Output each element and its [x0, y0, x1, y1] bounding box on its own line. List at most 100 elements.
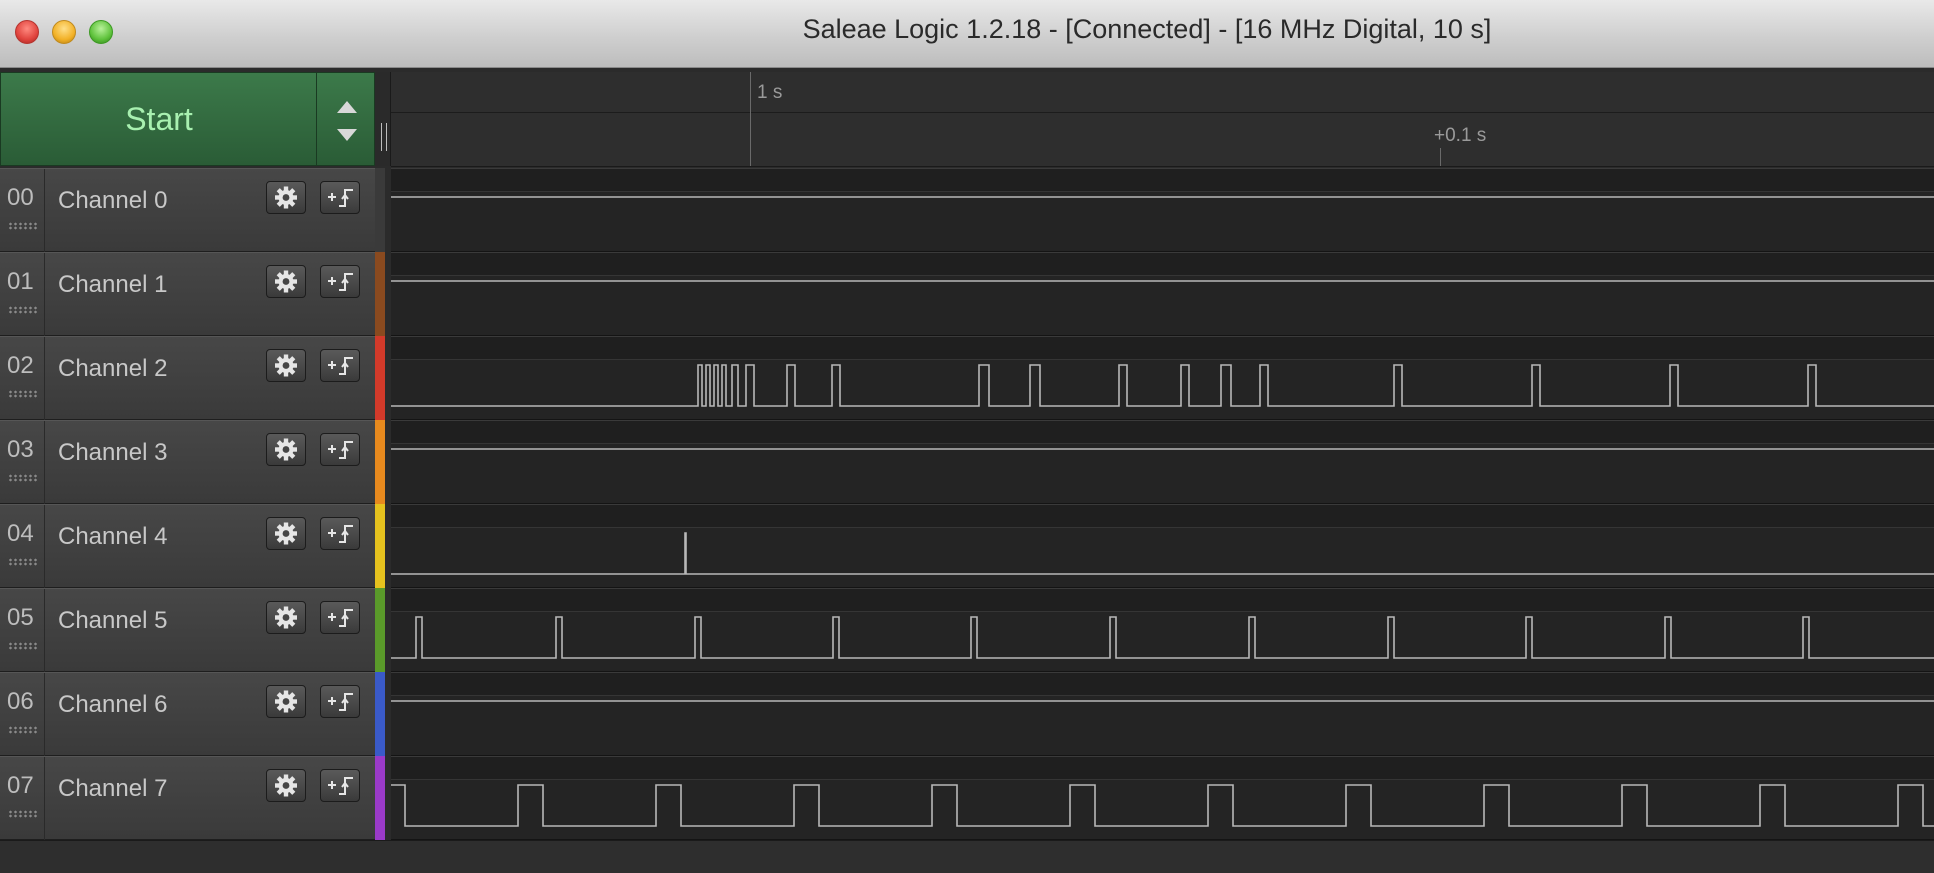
ruler-label-major: 1 s	[757, 82, 783, 103]
channel-settings-button[interactable]	[266, 181, 306, 214]
channel-settings-button[interactable]	[266, 265, 306, 298]
channel-row[interactable]: 01 Channel 1	[0, 252, 375, 336]
trigger-button[interactable]	[320, 349, 360, 382]
channel-name[interactable]: Channel 2	[58, 355, 167, 383]
start-options-button[interactable]	[316, 72, 375, 166]
channel-index-box[interactable]: 02	[0, 337, 45, 420]
waveform-row[interactable]	[391, 168, 1934, 252]
channel-name[interactable]: Channel 3	[58, 439, 167, 467]
channel-color-strip	[375, 336, 385, 420]
drag-grip-icon[interactable]	[8, 222, 38, 230]
channel-color-strip	[375, 588, 385, 672]
waveform-area[interactable]	[391, 168, 1934, 840]
channel-index-box[interactable]: 04	[0, 505, 45, 588]
channel-row[interactable]: 00 Channel 0	[0, 168, 375, 252]
drag-grip-icon[interactable]	[8, 726, 38, 734]
drag-grip-icon[interactable]	[8, 642, 38, 650]
channel-settings-button[interactable]	[266, 601, 306, 634]
ruler-label-minor: +0.1 s	[1434, 125, 1487, 146]
waveform-row[interactable]	[391, 252, 1934, 336]
time-ruler[interactable]: 1 s +0.1 s	[391, 72, 1934, 167]
channel-name[interactable]: Channel 5	[58, 607, 167, 635]
channel-color-strip	[375, 252, 385, 336]
channel-row[interactable]: 05 Channel 5	[0, 588, 375, 672]
window-title: Saleae Logic 1.2.18 - [Connected] - [16 …	[802, 14, 1492, 44]
channel-settings-button[interactable]	[266, 769, 306, 802]
waveform-row[interactable]	[391, 420, 1934, 504]
arrow-up-icon	[337, 101, 357, 113]
trigger-button[interactable]	[320, 769, 360, 802]
channel-name[interactable]: Channel 4	[58, 523, 167, 551]
waveform-trace	[391, 700, 1934, 702]
waveform-trace	[391, 364, 1934, 407]
channel-row[interactable]: 06 Channel 6	[0, 672, 375, 756]
waveform-trace	[391, 532, 1934, 575]
ruler-splitter[interactable]	[375, 72, 391, 166]
channel-row[interactable]: 07 Channel 7	[0, 756, 375, 840]
channel-index: 03	[7, 436, 34, 463]
channel-index: 05	[7, 604, 34, 631]
channel-color-strip	[375, 504, 385, 588]
channel-list: 00 Channel 0 01 Channel 1 02 Channel 2 03 Chann…	[0, 168, 375, 840]
ruler-tick-major	[750, 72, 751, 166]
waveform-row[interactable]	[391, 336, 1934, 420]
channel-settings-button[interactable]	[266, 685, 306, 718]
channel-color-strip	[375, 420, 385, 504]
waveform-trace	[391, 784, 1934, 827]
waveform-trace	[391, 196, 1934, 198]
drag-grip-icon[interactable]	[8, 306, 38, 314]
channel-index-box[interactable]: 03	[0, 421, 45, 504]
splitter-handle-icon	[381, 123, 387, 151]
trigger-button[interactable]	[320, 181, 360, 214]
waveform-trace	[391, 616, 1934, 659]
drag-grip-icon[interactable]	[8, 390, 38, 398]
waveform-row[interactable]	[391, 504, 1934, 588]
channel-settings-button[interactable]	[266, 517, 306, 550]
waveform-trace	[391, 448, 1934, 450]
trigger-button[interactable]	[320, 601, 360, 634]
ruler-tick-minor	[1440, 148, 1441, 166]
trigger-button[interactable]	[320, 433, 360, 466]
waveform-row[interactable]	[391, 756, 1934, 840]
channel-index-box[interactable]: 05	[0, 589, 45, 672]
trigger-button[interactable]	[320, 517, 360, 550]
signal-path	[391, 364, 1934, 407]
channel-index: 07	[7, 772, 34, 799]
channel-name[interactable]: Channel 7	[58, 775, 167, 803]
channel-index-box[interactable]: 00	[0, 169, 45, 252]
channel-name[interactable]: Channel 0	[58, 187, 167, 215]
drag-grip-icon[interactable]	[8, 474, 38, 482]
channel-index-box[interactable]: 07	[0, 757, 45, 840]
drag-grip-icon[interactable]	[8, 558, 38, 566]
channel-index-box[interactable]: 01	[0, 253, 45, 336]
signal-path	[391, 532, 1934, 575]
trigger-button[interactable]	[320, 265, 360, 298]
signal-path	[391, 784, 1934, 827]
waveform-row[interactable]	[391, 672, 1934, 756]
channel-color-strip	[375, 168, 385, 252]
channel-index-box[interactable]: 06	[0, 673, 45, 756]
channel-index: 04	[7, 520, 34, 547]
start-button-label: Start	[125, 101, 193, 137]
channel-index: 00	[7, 184, 34, 211]
channel-color-strip	[375, 672, 385, 756]
signal-path	[391, 616, 1934, 659]
channel-settings-button[interactable]	[266, 433, 306, 466]
start-button[interactable]: Start	[0, 72, 317, 166]
channel-settings-button[interactable]	[266, 349, 306, 382]
channel-name[interactable]: Channel 6	[58, 691, 167, 719]
channel-name[interactable]: Channel 1	[58, 271, 167, 299]
waveform-trace	[391, 280, 1934, 282]
status-bar	[0, 840, 1934, 873]
channel-row[interactable]: 04 Channel 4	[0, 504, 375, 588]
trigger-button[interactable]	[320, 685, 360, 718]
channel-color-strip	[375, 756, 385, 840]
channel-index: 06	[7, 688, 34, 715]
waveform-row[interactable]	[391, 588, 1934, 672]
arrow-down-icon	[337, 129, 357, 141]
drag-grip-icon[interactable]	[8, 810, 38, 818]
channel-row[interactable]: 02 Channel 2	[0, 336, 375, 420]
channel-row[interactable]: 03 Channel 3	[0, 420, 375, 504]
title-bar: Saleae Logic 1.2.18 - [Connected] - [16 …	[0, 0, 1934, 68]
ruler-divider	[391, 112, 1934, 113]
